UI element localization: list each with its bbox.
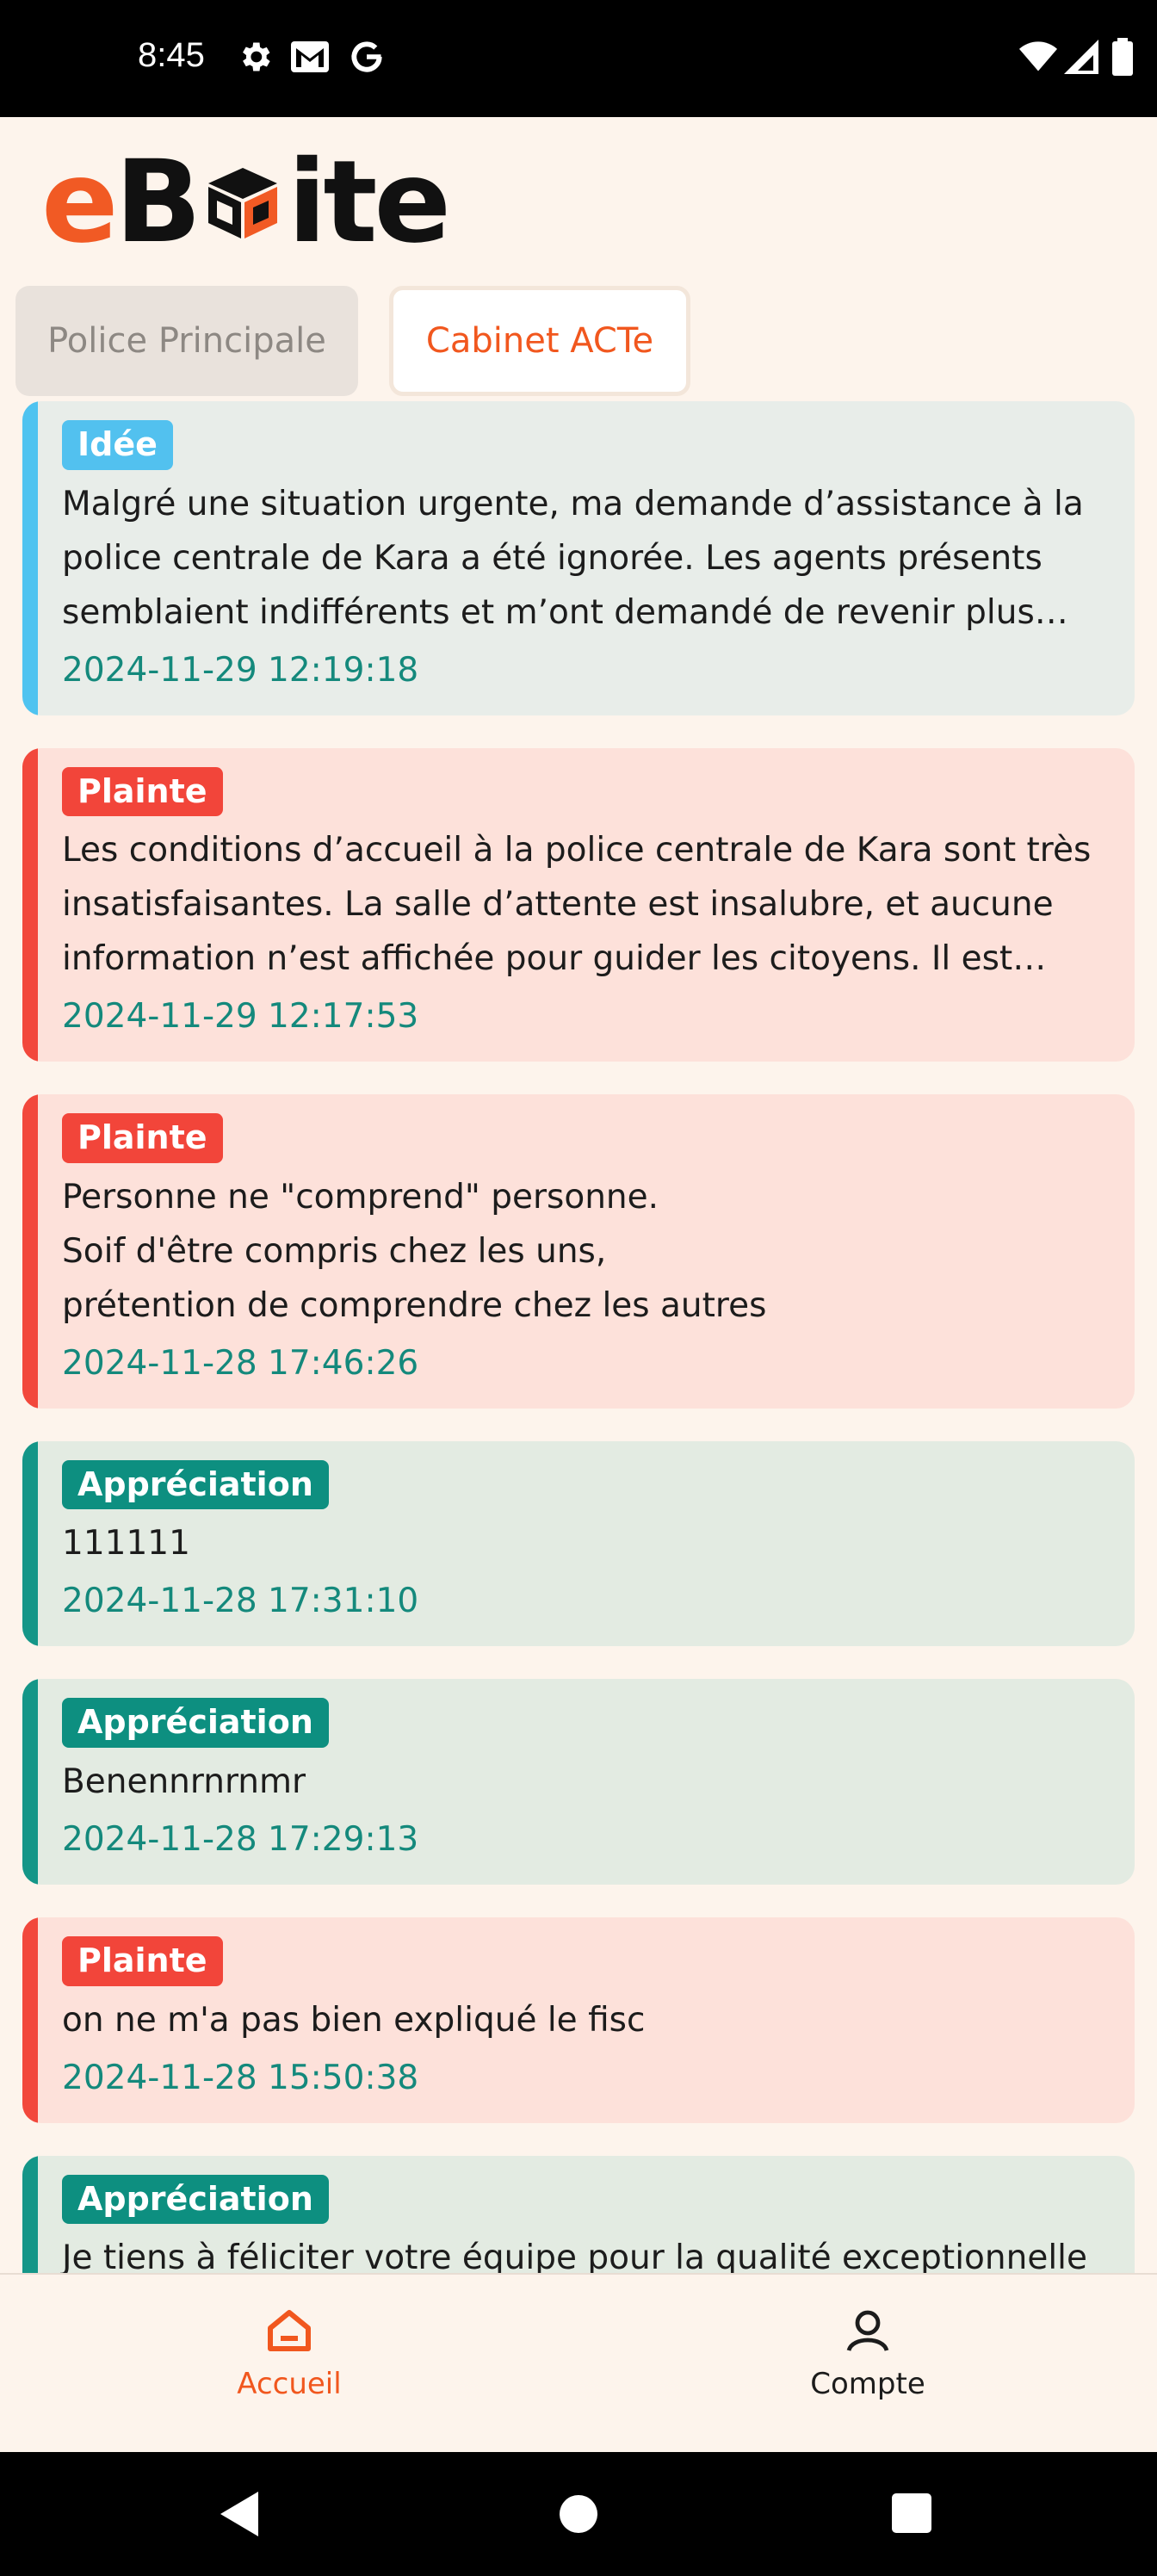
home-icon [268,2310,311,2351]
battery-icon [1112,38,1133,79]
feedback-date: 2024-11-28 17:31:10 [62,1582,419,1621]
feedback-card[interactable]: Plainte Les conditions d’accueil à la po… [22,747,1135,1062]
feedback-text: Benennrnrnmr [62,1762,306,1801]
feedback-card[interactable]: Plainte on ne m'a pas bien expliqué le f… [22,1917,1135,2123]
nav-compte[interactable]: Compte [739,2309,997,2401]
feedback-card[interactable]: Appréciation 111111 2024-11-28 17:31:10 [22,1440,1135,1647]
google-icon [348,38,386,79]
settings-icon [236,38,274,79]
status-bar: 8:45 [0,0,1157,117]
feedback-list[interactable]: Idée Malgré une situation urgente, ma de… [22,401,1135,2273]
feedback-text: Je tiens à féliciter votre équipe pour l… [62,2239,1087,2273]
gmail-icon [289,38,331,79]
feedback-date: 2024-11-28 17:46:26 [62,1343,419,1383]
nav-label: Compte [810,2367,925,2401]
box-logo-icon [208,168,278,238]
wifi-icon [1019,40,1057,77]
feedback-card[interactable]: Appréciation Benennrnrnmr 2024-11-28 17:… [22,1679,1135,1885]
feedback-text: Malgré une situation urgente, ma demande… [62,484,1084,632]
feedback-card[interactable]: Appréciation Je tiens à féliciter votre … [22,2155,1135,2273]
system-navigation-bar [0,2452,1157,2576]
back-icon[interactable] [217,2490,260,2542]
category-badge: Plainte [62,1935,223,1986]
feedback-text: 111111 [62,1524,190,1564]
feedback-date: 2024-11-28 17:29:13 [62,1819,419,1859]
category-badge: Plainte [62,1113,223,1163]
feedback-date: 2024-11-29 12:17:53 [62,997,419,1037]
tab-police-principale[interactable]: Police Principale [15,286,358,396]
tab-label: Police Principale [47,321,326,361]
tab-label: Cabinet ACTe [425,321,654,361]
feedback-card[interactable]: Plainte Personne ne "comprend" personne.… [22,1094,1135,1409]
feedback-text: Personne ne "comprend" personne. Soif d'… [62,1177,767,1325]
nav-label: Accueil [237,2367,342,2401]
feedback-date: 2024-11-29 12:19:18 [62,650,419,690]
nav-accueil[interactable]: Accueil [160,2309,418,2401]
status-time: 8:45 [138,36,205,74]
bottom-navigation: Accueil Compte [0,2273,1157,2452]
feedback-date: 2024-11-28 15:50:38 [62,2058,419,2097]
category-badge: Appréciation [62,1698,329,1748]
category-badge: Idée [62,420,173,470]
tab-cabinet-acte[interactable]: Cabinet ACTe [389,286,690,396]
feedback-text: on ne m'a pas bien expliqué le fisc [62,2000,646,2040]
category-badge: Plainte [62,766,223,817]
signal-icon [1064,40,1098,77]
person-icon [846,2310,889,2352]
feedback-card[interactable]: Idée Malgré une situation urgente, ma de… [22,401,1135,715]
app-logo: eB ite [41,136,451,269]
recents-icon[interactable] [890,2490,933,2542]
home-circle-icon[interactable] [558,2490,599,2542]
category-badge: Appréciation [62,2174,329,2225]
feedback-text: Les conditions d’accueil à la police cen… [62,831,1092,979]
category-badge: Appréciation [62,1459,329,1510]
